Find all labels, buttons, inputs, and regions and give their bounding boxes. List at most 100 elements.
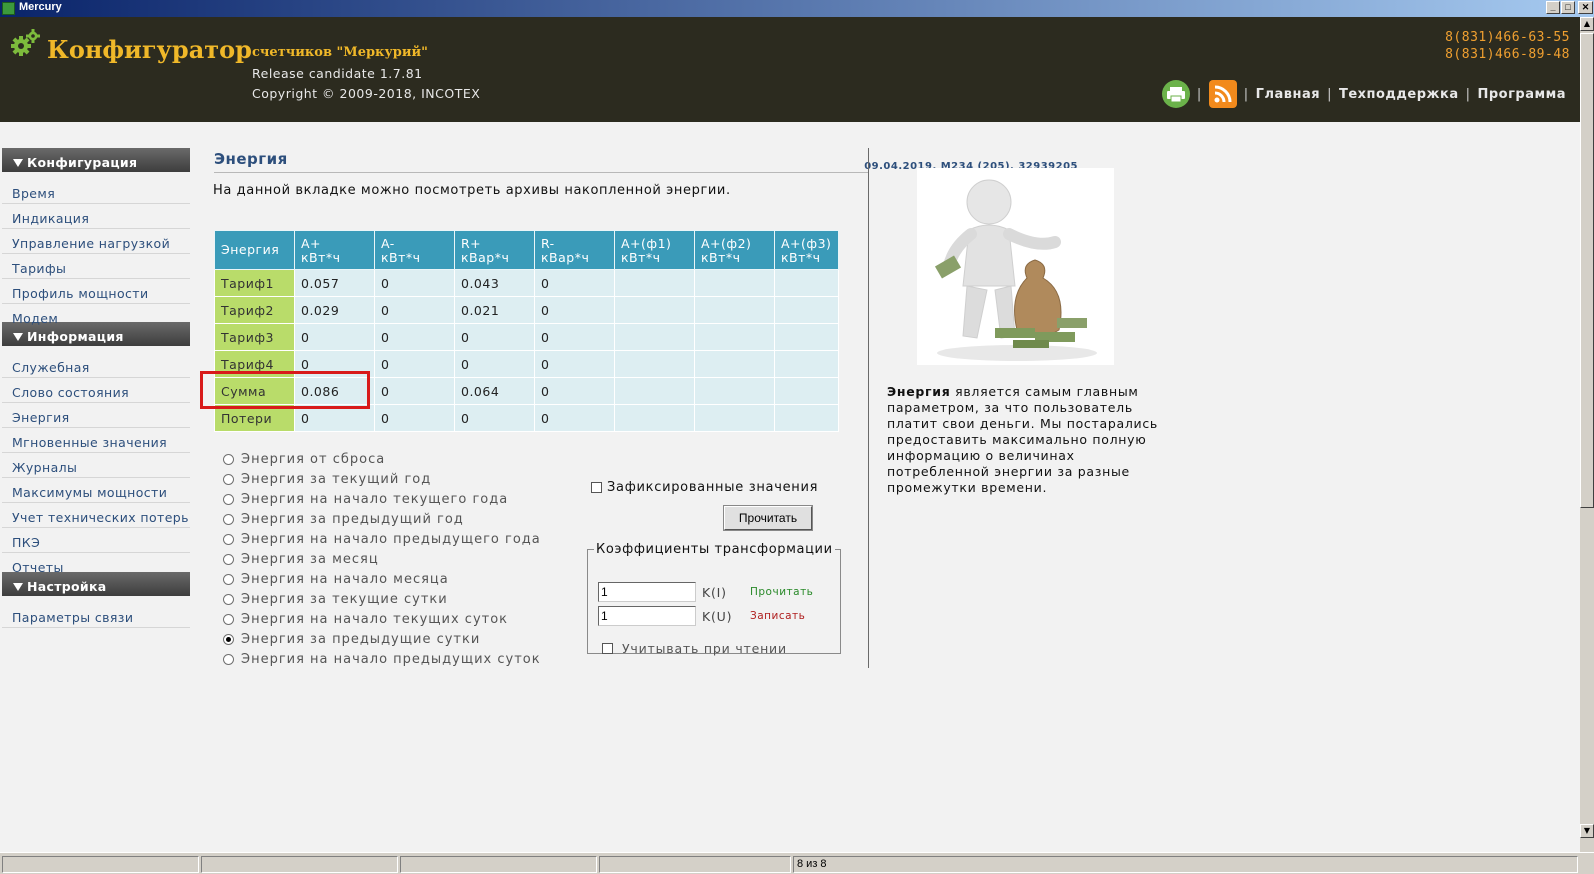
table-cell: 0 [374, 377, 455, 405]
sidebar-item-journals[interactable]: Журналы [2, 453, 190, 478]
sidebar-item-modem[interactable]: Модем [2, 304, 190, 326]
energy-mode-radio[interactable]: Энергия за текущие сутки [223, 589, 541, 609]
table-row: Тариф3 0 0 0 0 [214, 323, 839, 351]
energy-mode-radio[interactable]: Энергия за месяц [223, 549, 541, 569]
table-cell [614, 377, 695, 405]
radio-button[interactable] [223, 553, 234, 565]
energy-mode-radio[interactable]: Энергия за предыдущий год [223, 509, 541, 529]
table-cell: 0 [454, 350, 535, 378]
ki-label: K(I) [702, 584, 727, 600]
table-cell [774, 323, 839, 351]
sidebar-item-energy[interactable]: Энергия [2, 403, 190, 428]
sidebar-item-power-profile[interactable]: Профиль мощности [2, 279, 190, 304]
checkbox-box[interactable] [591, 482, 602, 493]
energy-mode-radio[interactable]: Энергия за текущий год [223, 469, 541, 489]
sidebar-item-load-control[interactable]: Управление нагрузкой [2, 229, 190, 254]
close-button[interactable]: ✕ [1578, 1, 1593, 14]
table-cell [694, 269, 775, 297]
energy-mode-radio[interactable]: Энергия на начало текущих суток [223, 609, 541, 629]
energy-mode-radio[interactable]: Энергия на начало предыдущего года [223, 529, 541, 549]
table-cell [614, 350, 695, 378]
table-cell [614, 404, 695, 432]
scroll-up-arrow[interactable]: ▲ [1580, 17, 1594, 31]
col-header-a-plus-f3: A+(ф3) кВт*ч [774, 230, 839, 270]
col-header-a-plus-f1: A+(ф1) кВт*ч [614, 230, 695, 270]
window-title: Mercury [19, 1, 62, 13]
checkbox-box[interactable] [602, 643, 613, 654]
sidebar-section-settings[interactable]: Настройка [2, 572, 190, 596]
energy-mode-radio[interactable]: Энергия на начало текущего года [223, 489, 541, 509]
table-cell [694, 404, 775, 432]
radio-button[interactable] [223, 453, 234, 465]
radio-button[interactable] [223, 513, 234, 525]
table-cell: 0.064 [454, 377, 535, 405]
radio-button[interactable] [223, 613, 234, 625]
coeff-write-link[interactable]: Записать [750, 610, 805, 622]
sidebar-item-tech-losses[interactable]: Учет технических потерь [2, 503, 190, 528]
sidebar: Конфигурация Время Индикация Управление … [2, 148, 190, 628]
ki-input[interactable]: 1 [598, 582, 696, 602]
row-label-cell: Тариф1 [214, 269, 295, 297]
radio-button[interactable] [223, 533, 234, 545]
energy-mode-radio[interactable]: Энергия на начало предыдущих суток [223, 649, 541, 669]
sidebar-item-status-word[interactable]: Слово состояния [2, 378, 190, 403]
table-cell: 0.057 [294, 269, 375, 297]
radio-label: Энергия за предыдущие сутки [241, 631, 481, 647]
scroll-thumb[interactable] [1580, 33, 1594, 508]
energy-mode-radio[interactable]: Энергия за предыдущие сутки [223, 629, 541, 649]
col-header-energy: Энергия [214, 230, 295, 270]
nav-support-link[interactable]: Техподдержка [1339, 87, 1459, 102]
radio-button[interactable] [223, 473, 234, 485]
radio-label: Энергия на начало предыдущего года [241, 531, 541, 547]
table-cell [774, 296, 839, 324]
maximize-button[interactable]: □ [1561, 1, 1575, 14]
table-cell: 0 [454, 404, 535, 432]
table-cell [614, 269, 695, 297]
sidebar-item-pke[interactable]: ПКЭ [2, 528, 190, 553]
sidebar-item-time[interactable]: Время [2, 179, 190, 204]
table-cell: 0 [534, 350, 615, 378]
info-body: является самым главным параметром, за чт… [887, 384, 1158, 495]
radio-button[interactable] [223, 653, 234, 665]
energy-mode-radio[interactable]: Энергия от сброса [223, 449, 541, 469]
table-cell: 0 [534, 296, 615, 324]
radio-label: Энергия за текущие сутки [241, 591, 448, 607]
app-header: Конфигуратор счетчиков "Меркурий" Releas… [0, 17, 1580, 122]
sidebar-item-service[interactable]: Служебная [2, 353, 190, 378]
table-cell: 0.029 [294, 296, 375, 324]
apply-on-read-checkbox[interactable]: Учитывать при чтении [602, 641, 787, 656]
vertical-scrollbar[interactable]: ▲ ▼ [1580, 17, 1594, 852]
coeff-read-link[interactable]: Прочитать [750, 586, 813, 598]
sidebar-section-config[interactable]: Конфигурация [2, 148, 190, 172]
printer-icon[interactable] [1161, 80, 1190, 108]
table-cell: 0 [374, 350, 455, 378]
nav-program-link[interactable]: Программа [1477, 87, 1566, 102]
nav-home-link[interactable]: Главная [1256, 87, 1320, 102]
radio-button[interactable] [223, 493, 234, 505]
sidebar-item-power-maximums[interactable]: Максимумы мощности [2, 478, 190, 503]
radio-label: Энергия на начало предыдущих суток [241, 651, 541, 667]
ku-input[interactable]: 1 [598, 606, 696, 626]
minimize-button[interactable]: _ [1546, 1, 1560, 14]
rss-icon[interactable] [1208, 80, 1237, 108]
radio-button[interactable] [223, 573, 234, 585]
radio-button[interactable] [223, 593, 234, 605]
sidebar-item-connection-params[interactable]: Параметры связи [2, 603, 190, 628]
app-window: Mercury _ □ ✕ Конфигуратор счетчиков "Ме… [0, 0, 1594, 874]
sidebar-item-reports[interactable]: Отчеты [2, 553, 190, 575]
col-header-r-plus: R+ кВар*ч [454, 230, 535, 270]
table-cell [614, 323, 695, 351]
read-button[interactable]: Прочитать [723, 505, 813, 531]
scroll-down-arrow[interactable]: ▼ [1580, 824, 1594, 838]
sidebar-item-indication[interactable]: Индикация [2, 204, 190, 229]
title-divider [214, 172, 868, 173]
table-header-row: Энергия A+ кВт*ч A-кВт*ч R+ кВар*ч R-кВар*… [214, 230, 839, 270]
fixed-values-checkbox[interactable]: Зафиксированные значения [591, 480, 818, 495]
col-header-a-plus-f2: A+(ф2) кВт*ч [694, 230, 775, 270]
sidebar-item-instant-values[interactable]: Мгновенные значения [2, 428, 190, 453]
info-bold-term: Энергия [887, 384, 951, 399]
sidebar-item-tariffs[interactable]: Тарифы [2, 254, 190, 279]
radio-button[interactable] [223, 633, 234, 645]
energy-mode-radio[interactable]: Энергия на начало месяца [223, 569, 541, 589]
gear-icon [11, 29, 40, 56]
